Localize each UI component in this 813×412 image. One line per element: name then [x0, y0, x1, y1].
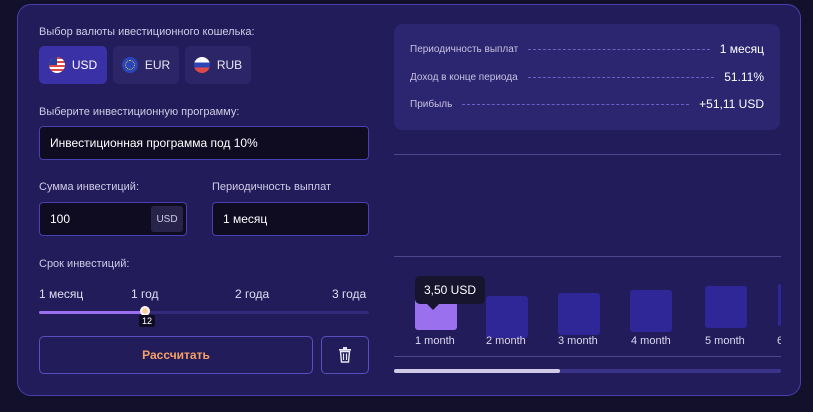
amount-input[interactable]: 100 USD [39, 202, 187, 236]
amount-input-value: 100 [50, 212, 71, 226]
chart-label-5: 5 month [705, 335, 745, 347]
summary-dots [528, 48, 710, 50]
divider-chart-bottom [394, 356, 781, 357]
chart-label-3: 3 month [558, 335, 598, 347]
currency-eur-button[interactable]: EUR [113, 46, 179, 84]
payout-bar-6[interactable] [778, 284, 781, 326]
summary-dots [462, 103, 690, 105]
calculate-button[interactable]: Рассчитать [39, 336, 313, 374]
ru-flag-icon [193, 57, 210, 73]
chart-scrollbar-thumb[interactable] [394, 369, 560, 373]
summary-value: 51.11% [724, 70, 764, 84]
currency-usd-label: USD [71, 58, 98, 72]
summary-value: +51,11 USD [699, 97, 764, 111]
payout-bar-4[interactable] [630, 290, 672, 332]
payout-bar-2[interactable] [486, 296, 528, 338]
currency-rub-button[interactable]: RUB [185, 46, 251, 84]
term-label: Срок инвестиций: [39, 258, 130, 270]
us-flag-icon [48, 57, 65, 73]
summary-key: Прибыль [410, 98, 453, 110]
summary-row-profit: Прибыль +51,11 USD [410, 97, 764, 111]
eu-flag-icon [121, 57, 138, 73]
term-tick-1-year: 1 год [131, 287, 159, 301]
amount-unit-badge: USD [151, 206, 183, 232]
term-tick-3-years: 3 года [332, 287, 367, 301]
summary-row-income: Доход в конце периода 51.11% [410, 70, 764, 84]
trash-icon [339, 347, 351, 363]
summary-value: 1 месяц [719, 42, 764, 56]
currency-usd-button[interactable]: USD [39, 46, 107, 84]
divider-chart-top [394, 256, 781, 257]
currency-rub-label: RUB [216, 58, 243, 72]
payout-select-value: 1 месяц [223, 212, 268, 226]
summary-dots [527, 76, 715, 78]
payout-bar-3[interactable] [558, 293, 600, 335]
chart-label-6: 6 [777, 335, 781, 347]
term-tick-2-years: 2 года [235, 287, 270, 301]
delete-button[interactable] [321, 336, 369, 374]
currency-eur-label: EUR [144, 58, 171, 72]
payout-label: Периодичность выплат [212, 181, 332, 193]
summary-row-payout: Периодичность выплат 1 месяц [410, 42, 764, 56]
term-slider[interactable] [39, 306, 369, 316]
term-slider-value: 12 [139, 315, 156, 327]
term-tick-1-month: 1 месяц [39, 287, 84, 301]
program-select[interactable]: Инвестиционная программа под 10% [39, 126, 369, 160]
summary-key: Периодичность выплат [410, 43, 519, 55]
program-select-value: Инвестиционная программа под 10% [50, 136, 258, 150]
summary-key: Доход в конце периода [410, 71, 518, 83]
wallet-currency-label: Выбор валюты ивестиционного кошелька: [39, 26, 255, 38]
program-label: Выберите инвестиционную программу: [39, 106, 240, 118]
chart-scrollbar[interactable] [394, 369, 781, 373]
chart-label-1: 1 month [415, 335, 455, 347]
payout-bar-5[interactable] [705, 286, 747, 328]
chart-label-4: 4 month [631, 335, 671, 347]
payout-select[interactable]: 1 месяц [212, 202, 369, 236]
amount-label: Сумма инвестиций: [39, 181, 140, 193]
divider-top [394, 154, 781, 155]
summary-panel: Периодичность выплат 1 месяц Доход в кон… [394, 24, 780, 130]
chart-tooltip: 3,50 USD [415, 276, 485, 310]
term-slider-fill [39, 311, 145, 314]
chart-label-2: 2 month [486, 335, 526, 347]
